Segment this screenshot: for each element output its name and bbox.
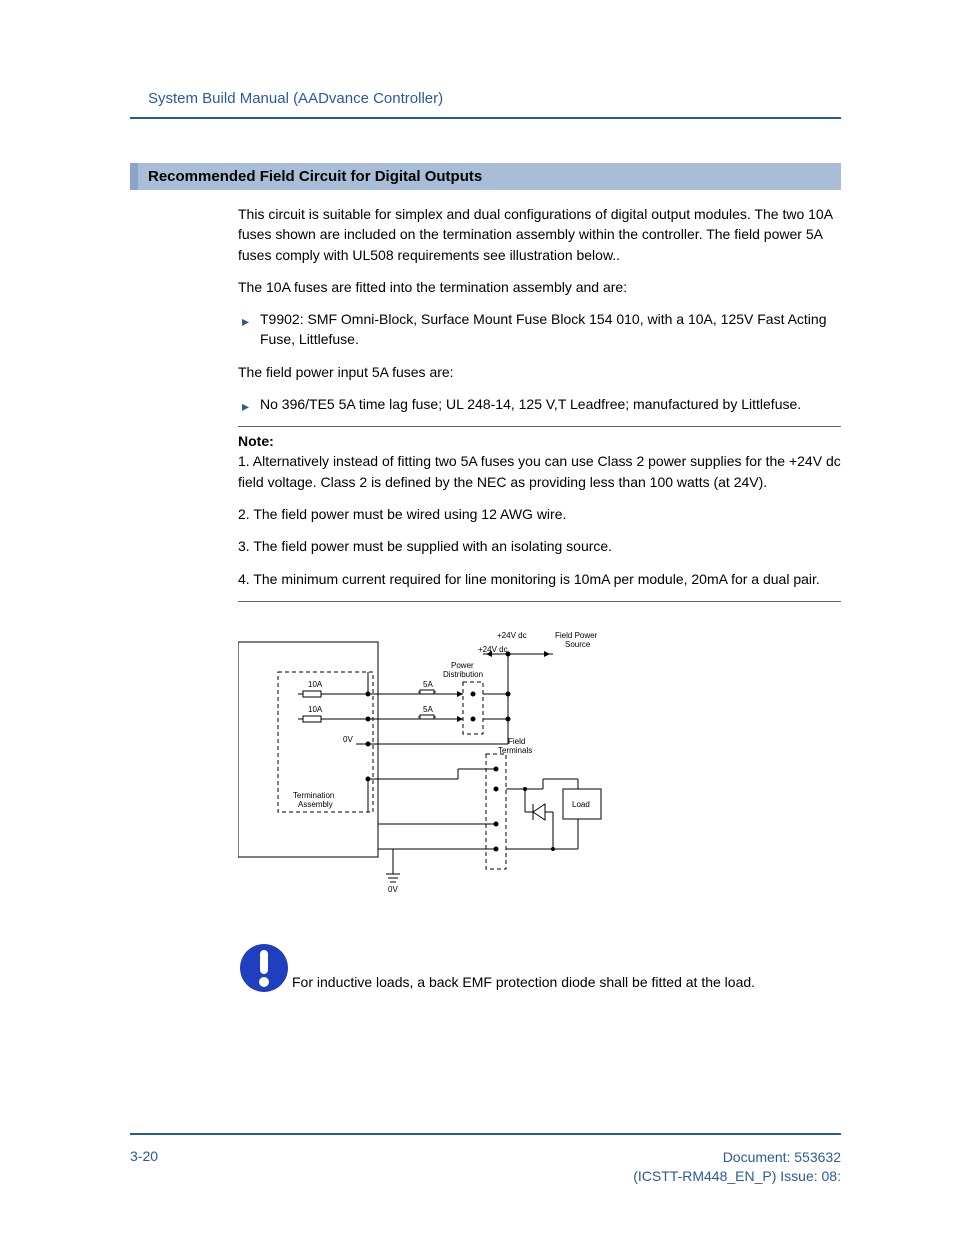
header-divider bbox=[130, 117, 841, 119]
bullet-item-1: ▸ T9902: SMF Omni-Block, Surface Mount F… bbox=[238, 309, 841, 350]
diagram-label-10a-1: 10A bbox=[308, 680, 323, 689]
diagram-label-0v-left: 0V bbox=[343, 735, 353, 744]
diagram-label-pd-1: Power bbox=[451, 661, 474, 670]
diagram-label-ft-1: Field bbox=[508, 737, 525, 746]
bullet-item-2: ▸ No 396/TE5 5A time lag fuse; UL 248-14… bbox=[238, 394, 841, 414]
note-label: Note: bbox=[238, 433, 841, 449]
warning-icon bbox=[238, 942, 290, 994]
bullet-text-1: T9902: SMF Omni-Block, Surface Mount Fus… bbox=[260, 311, 827, 347]
note-divider-bottom bbox=[238, 601, 841, 602]
diagram-label-5a-1: 5A bbox=[423, 680, 433, 689]
bullet-icon: ▸ bbox=[242, 311, 249, 331]
diagram-label-load: Load bbox=[572, 800, 590, 809]
diagram-label-fps-2: Source bbox=[565, 640, 591, 649]
intro-paragraph: This circuit is suitable for simplex and… bbox=[238, 204, 841, 265]
bullet-list-2: ▸ No 396/TE5 5A time lag fuse; UL 248-14… bbox=[238, 394, 841, 414]
bullet-icon: ▸ bbox=[242, 396, 249, 416]
page-number: 3-20 bbox=[130, 1148, 158, 1164]
circuit-diagram: 10A 10A 0V Termination Assembly 5A bbox=[238, 624, 841, 894]
footer: 3-20 Document: 553632 (ICSTT-RM448_EN_P)… bbox=[130, 1148, 841, 1187]
note-4: 4. The minimum current required for line… bbox=[238, 569, 841, 589]
diagram-label-term-asm-2: Assembly bbox=[298, 800, 333, 809]
section-heading: Recommended Field Circuit for Digital Ou… bbox=[130, 163, 841, 190]
footer-doc-info: Document: 553632 (ICSTT-RM448_EN_P) Issu… bbox=[633, 1148, 841, 1187]
bullet-list-1: ▸ T9902: SMF Omni-Block, Surface Mount F… bbox=[238, 309, 841, 350]
diagram-label-fps-1: Field Power bbox=[555, 631, 598, 640]
note-divider-top bbox=[238, 426, 841, 427]
note-3: 3. The field power must be supplied with… bbox=[238, 536, 841, 556]
diagram-label-24v-top: +24V dc bbox=[497, 631, 527, 640]
footer-divider bbox=[130, 1133, 841, 1135]
diagram-label-ft-2: Terminals bbox=[498, 746, 532, 755]
warning-row: For inductive loads, a back EMF protecti… bbox=[238, 942, 841, 994]
note-1: 1. Alternatively instead of fitting two … bbox=[238, 451, 841, 492]
bullet-text-2: No 396/TE5 5A time lag fuse; UL 248-14, … bbox=[260, 396, 801, 412]
note-2: 2. The field power must be wired using 1… bbox=[238, 504, 841, 524]
diagram-label-0v-bottom: 0V bbox=[388, 885, 398, 894]
diagram-label-pd-2: Distribution bbox=[443, 670, 483, 679]
diagram-label-24v-mid: +24V dc bbox=[478, 645, 508, 654]
fuse-5a-intro: The field power input 5A fuses are: bbox=[238, 362, 841, 382]
footer-doc-line1: Document: 553632 bbox=[633, 1148, 841, 1168]
warning-text: For inductive loads, a back EMF protecti… bbox=[292, 974, 755, 994]
header-title: System Build Manual (AADvance Controller… bbox=[130, 90, 841, 107]
diagram-label-10a-2: 10A bbox=[308, 705, 323, 714]
diagram-label-term-asm-1: Termination bbox=[293, 791, 334, 800]
diagram-label-5a-2: 5A bbox=[423, 705, 433, 714]
footer-doc-line2: (ICSTT-RM448_EN_P) Issue: 08: bbox=[633, 1167, 841, 1187]
fuse-10a-intro: The 10A fuses are fitted into the termin… bbox=[238, 277, 841, 297]
